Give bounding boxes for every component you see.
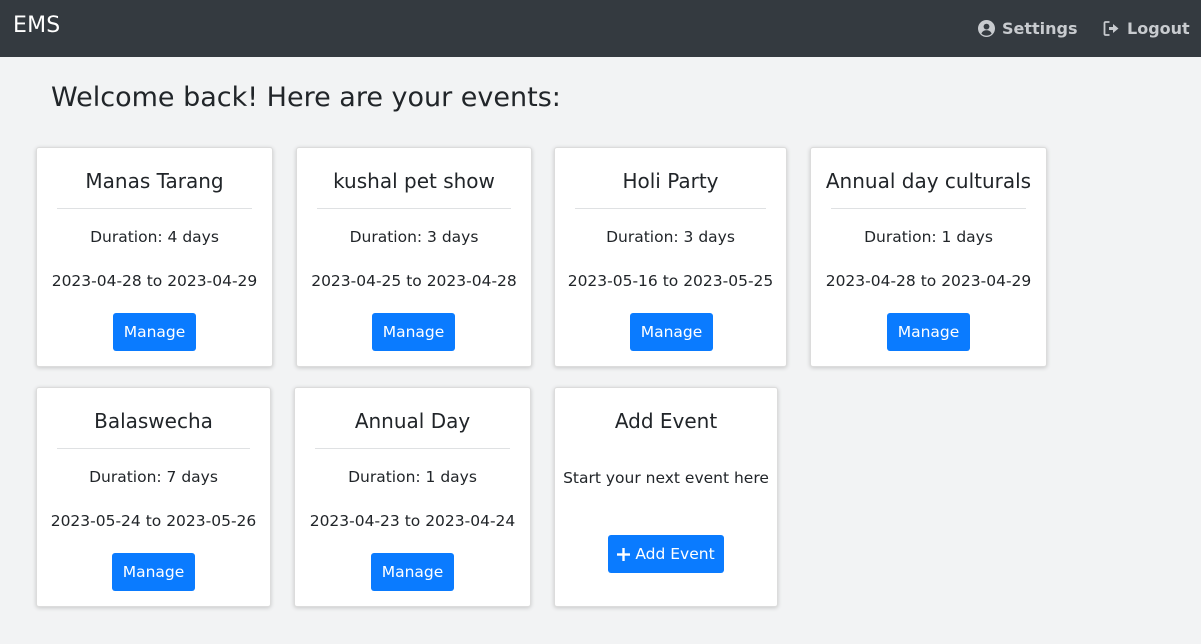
event-card: kushal pet show Duration: 3 days 2023-04…	[296, 147, 532, 367]
add-event-button[interactable]: Add Event	[608, 535, 724, 573]
event-duration: Duration: 7 days	[89, 468, 218, 486]
event-duration: Duration: 4 days	[90, 228, 219, 246]
event-dates: 2023-04-25 to 2023-04-28	[311, 272, 517, 290]
event-duration: Duration: 3 days	[606, 228, 735, 246]
settings-label: Settings	[1002, 18, 1078, 38]
event-title: Manas Tarang	[85, 169, 224, 193]
manage-button[interactable]: Manage	[113, 313, 196, 351]
welcome-heading: Welcome back! Here are your events:	[51, 82, 561, 113]
event-title: Annual Day	[354, 409, 471, 433]
event-title: kushal pet show	[333, 169, 495, 193]
add-event-subtitle: Start your next event here	[563, 469, 769, 487]
manage-button[interactable]: Manage	[372, 313, 455, 351]
logout-link[interactable]: Logout	[1103, 17, 1190, 39]
manage-button[interactable]: Manage	[371, 553, 454, 591]
manage-button[interactable]: Manage	[887, 313, 970, 351]
event-title: Holi Party	[622, 169, 719, 193]
event-card: Manas Tarang Duration: 4 days 2023-04-28…	[36, 147, 273, 367]
event-dates: 2023-04-23 to 2023-04-24	[309, 512, 516, 530]
event-title: Balaswecha	[94, 409, 213, 433]
divider	[57, 448, 250, 449]
event-duration: Duration: 1 days	[864, 228, 993, 246]
event-duration: Duration: 3 days	[349, 228, 479, 246]
event-card: Holi Party Duration: 3 days 2023-05-16 t…	[554, 147, 787, 367]
add-event-button-label: Add Event	[635, 545, 715, 563]
event-dates: 2023-05-16 to 2023-05-25	[567, 272, 774, 290]
divider	[315, 448, 510, 449]
event-card: Annual Day Duration: 1 days 2023-04-23 t…	[294, 387, 531, 607]
divider	[317, 208, 511, 209]
event-dates: 2023-04-28 to 2023-04-29	[51, 272, 258, 290]
add-event-card: Add Event Start your next event here Add…	[554, 387, 778, 607]
divider	[831, 208, 1026, 209]
settings-link[interactable]: Settings	[978, 17, 1078, 39]
add-event-title: Add Event	[614, 409, 718, 433]
event-dates: 2023-05-24 to 2023-05-26	[50, 512, 257, 530]
brand-logo[interactable]: EMS	[13, 13, 60, 38]
plus-icon	[617, 547, 631, 561]
event-card: Annual day culturals Duration: 1 days 20…	[810, 147, 1047, 367]
event-card: Balaswecha Duration: 7 days 2023-05-24 t…	[36, 387, 271, 607]
sign-out-icon	[1103, 20, 1120, 37]
manage-button[interactable]: Manage	[112, 553, 195, 591]
manage-button[interactable]: Manage	[630, 313, 713, 351]
divider	[57, 208, 252, 209]
user-circle-icon	[978, 19, 995, 37]
event-title: Annual day culturals	[825, 169, 1032, 193]
top-navbar: EMS Settings Logout	[0, 0, 1201, 57]
logout-label: Logout	[1127, 18, 1190, 38]
event-dates: 2023-04-28 to 2023-04-29	[825, 272, 1032, 290]
divider	[575, 208, 766, 209]
event-duration: Duration: 1 days	[348, 468, 477, 486]
